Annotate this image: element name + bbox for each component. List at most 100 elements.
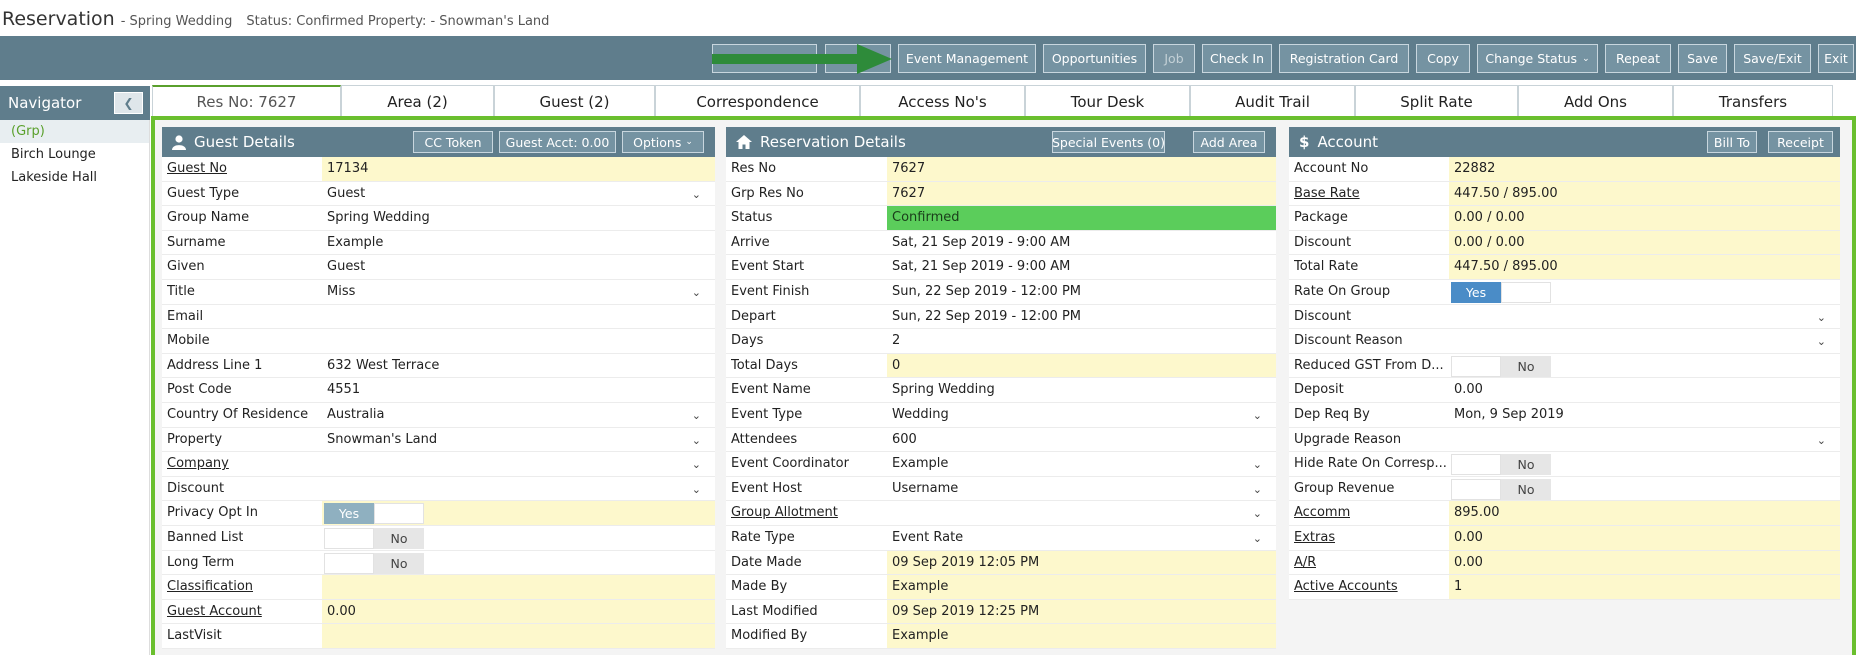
- long-term-toggle[interactable]: No: [324, 552, 424, 574]
- exit-button[interactable]: Exit: [1818, 44, 1854, 73]
- account-no-value: 22882: [1449, 157, 1840, 181]
- event-type-label: Event Type: [731, 406, 803, 422]
- attendees-field[interactable]: 600: [887, 428, 1276, 452]
- event-type-select[interactable]: Wedding: [887, 403, 1276, 427]
- tab-access-nos[interactable]: Access No's: [860, 85, 1025, 117]
- event-coordinator-select[interactable]: Example: [887, 452, 1276, 476]
- save-button[interactable]: Save: [1678, 44, 1727, 73]
- active-accounts-label[interactable]: Active Accounts: [1294, 575, 1398, 599]
- guest-acct-button[interactable]: Guest Acct: 0.00: [499, 131, 616, 153]
- group-allotment-select[interactable]: [887, 501, 1276, 525]
- navigator-collapse-button[interactable]: ❮: [114, 92, 143, 114]
- navigator-item-lakeside-hall[interactable]: Lakeside Hall: [0, 166, 149, 189]
- address-line-1-row: Address Line 1 632 West Terrace: [162, 354, 715, 379]
- check-in-button[interactable]: Check In: [1202, 44, 1272, 73]
- event-host-select[interactable]: Username: [887, 477, 1276, 501]
- guest-type-select[interactable]: Guest: [322, 182, 715, 206]
- depart-field[interactable]: Sun, 22 Sep 2019 - 12:00 PM: [887, 305, 1276, 329]
- rate-type-select[interactable]: Event Rate: [887, 526, 1276, 550]
- discount-dropdown[interactable]: [1449, 305, 1840, 329]
- surname-field[interactable]: Example: [322, 231, 715, 255]
- days-field[interactable]: 2: [887, 329, 1276, 353]
- tab-audit-trail[interactable]: Audit Trail: [1190, 85, 1355, 117]
- given-field[interactable]: Guest: [322, 255, 715, 279]
- account-header: $ Account Bill To Receipt: [1289, 127, 1840, 157]
- toolbar-button-hidden-2[interactable]: [825, 44, 891, 73]
- privacy-opt-in-toggle[interactable]: Yes: [324, 503, 424, 525]
- navigator-item-grp[interactable]: (Grp): [0, 120, 149, 143]
- discount-reason-dropdown[interactable]: [1449, 329, 1840, 353]
- options-button[interactable]: Options ⌄: [622, 131, 704, 153]
- copy-button[interactable]: Copy: [1416, 44, 1470, 73]
- tab-area[interactable]: Area (2): [341, 85, 494, 117]
- chevron-down-icon: ⌄: [1252, 531, 1262, 545]
- guest-type-row: Guest Type Guest ⌄: [162, 182, 715, 207]
- event-name-field[interactable]: Spring Wedding: [887, 378, 1276, 402]
- email-row: Email: [162, 305, 715, 330]
- discount-select[interactable]: [322, 477, 715, 501]
- discount-row: Discount ⌄: [162, 477, 715, 502]
- country-select[interactable]: Australia: [322, 403, 715, 427]
- chevron-down-icon: ⌄: [1816, 335, 1826, 349]
- cc-token-button[interactable]: CC Token: [413, 131, 493, 153]
- base-rate-label[interactable]: Base Rate: [1294, 182, 1360, 206]
- mobile-field[interactable]: [322, 329, 715, 353]
- country-row: Country Of Residence Australia ⌄: [162, 403, 715, 428]
- rate-on-group-toggle[interactable]: Yes: [1451, 281, 1551, 303]
- post-code-field[interactable]: 4551: [322, 378, 715, 402]
- special-events-button[interactable]: Special Events (0): [1052, 131, 1165, 153]
- registration-card-button[interactable]: Registration Card: [1279, 44, 1409, 73]
- deposit-field[interactable]: 0.00: [1449, 378, 1840, 402]
- dep-req-by-field[interactable]: Mon, 9 Sep 2019: [1449, 403, 1840, 427]
- bill-to-button[interactable]: Bill To: [1707, 131, 1757, 153]
- hide-rate-toggle[interactable]: No: [1451, 454, 1551, 476]
- group-allotment-label[interactable]: Group Allotment: [731, 501, 838, 525]
- email-field[interactable]: [322, 305, 715, 329]
- company-label[interactable]: Company: [167, 452, 229, 476]
- add-area-button[interactable]: Add Area: [1193, 131, 1265, 153]
- job-button[interactable]: Job: [1153, 44, 1195, 73]
- event-management-button[interactable]: Event Management: [898, 44, 1036, 73]
- group-name-field[interactable]: Spring Wedding: [322, 206, 715, 230]
- classification-label[interactable]: Classification: [167, 575, 253, 599]
- upgrade-reason-dropdown[interactable]: [1449, 428, 1840, 452]
- accomm-label[interactable]: Accomm: [1294, 501, 1350, 525]
- tab-split-rate[interactable]: Split Rate: [1355, 85, 1518, 117]
- ar-label[interactable]: A/R: [1294, 551, 1316, 575]
- tab-add-ons[interactable]: Add Ons: [1518, 85, 1673, 117]
- save-exit-button[interactable]: Save/Exit: [1734, 44, 1811, 73]
- guest-account-label[interactable]: Guest Account: [167, 600, 262, 624]
- company-select[interactable]: [322, 452, 715, 476]
- options-label: Options: [633, 134, 682, 150]
- address-line-1-field[interactable]: 632 West Terrace: [322, 354, 715, 378]
- group-revenue-toggle[interactable]: No: [1451, 478, 1551, 500]
- tab-guest[interactable]: Guest (2): [494, 85, 655, 117]
- event-finish-field[interactable]: Sun, 22 Sep 2019 - 12:00 PM: [887, 280, 1276, 304]
- extras-label[interactable]: Extras: [1294, 526, 1335, 550]
- company-row: Company ⌄: [162, 452, 715, 477]
- tab-tour-desk[interactable]: Tour Desk: [1025, 85, 1190, 117]
- guest-account-row: Guest Account 0.00: [162, 599, 715, 625]
- navigator-item-birch-lounge[interactable]: Birch Lounge: [0, 143, 149, 166]
- event-start-field[interactable]: Sat, 21 Sep 2019 - 9:00 AM: [887, 255, 1276, 279]
- title-select[interactable]: Miss: [322, 280, 715, 304]
- toolbar-button-hidden-1[interactable]: [712, 44, 817, 73]
- package-value: 0.00 / 0.00: [1449, 206, 1840, 230]
- reduced-gst-toggle[interactable]: No: [1451, 355, 1551, 377]
- opportunities-button[interactable]: Opportunities: [1043, 44, 1146, 73]
- repeat-button[interactable]: Repeat: [1605, 44, 1671, 73]
- ar-value: 0.00: [1449, 550, 1840, 575]
- tab-correspondence[interactable]: Correspondence: [655, 85, 860, 117]
- receipt-button[interactable]: Receipt: [1768, 131, 1833, 153]
- arrive-row: Arrive Sat, 21 Sep 2019 - 9:00 AM: [726, 231, 1276, 256]
- arrive-field[interactable]: Sat, 21 Sep 2019 - 9:00 AM: [887, 231, 1276, 255]
- mobile-label: Mobile: [167, 333, 210, 349]
- change-status-button[interactable]: Change Status ⌄: [1477, 44, 1598, 73]
- chevron-down-icon: ⌄: [1816, 433, 1826, 447]
- tab-res-no[interactable]: Res No: 7627: [152, 85, 341, 117]
- mobile-row: Mobile: [162, 329, 715, 354]
- tab-transfers[interactable]: Transfers: [1673, 85, 1833, 117]
- property-select[interactable]: Snowman's Land: [322, 428, 715, 452]
- guest-no-label[interactable]: Guest No: [167, 157, 227, 181]
- banned-list-toggle[interactable]: No: [324, 527, 424, 549]
